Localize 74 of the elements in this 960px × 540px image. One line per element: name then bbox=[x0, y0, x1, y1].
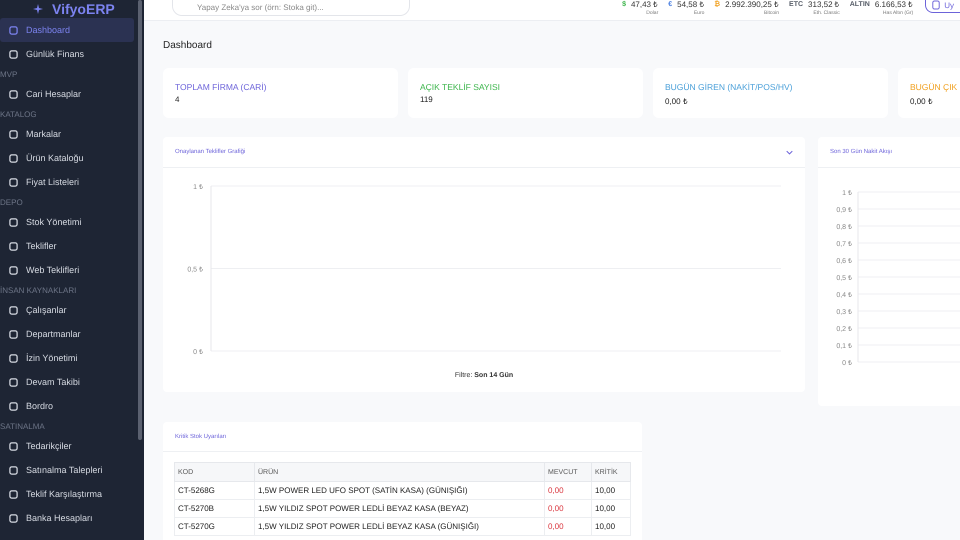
document-icon bbox=[932, 0, 940, 10]
square-icon bbox=[9, 466, 18, 474]
page-title: Dashboard bbox=[162, 39, 213, 53]
sparkle-icon bbox=[32, 3, 44, 15]
sidebar-item[interactable]: Günlük Finans bbox=[0, 42, 134, 66]
sidebar-item[interactable]: Teklifler bbox=[0, 234, 134, 258]
sidebar-item[interactable]: Banka Hesapları bbox=[0, 506, 134, 530]
scrollbar[interactable] bbox=[138, 0, 142, 440]
square-icon bbox=[9, 378, 18, 386]
table-cell: 1,5W POWER LED UFO SPOT (SATİN KASA) (GÜNIŞIĞI) bbox=[254, 482, 544, 500]
rate-value: 54,58 ₺ bbox=[677, 1, 704, 9]
section-label: İNSAN KAYNAKLARI bbox=[0, 285, 78, 297]
section-label: MVP bbox=[0, 69, 18, 81]
sidebar-item[interactable]: Departmanlar bbox=[0, 322, 134, 346]
app-logo: VifyoERP bbox=[52, 1, 115, 17]
sidebar-item[interactable]: Web Teklifleri bbox=[0, 258, 134, 282]
chevron-down-icon[interactable] bbox=[786, 150, 793, 154]
table-cell: 1,5W YILDIZ SPOT POWER LEDLİ BEYAZ KASA (GÜNIŞIĞI) bbox=[254, 518, 544, 536]
square-icon bbox=[9, 354, 18, 362]
square-icon bbox=[9, 50, 18, 58]
sidebar-item[interactable]: Çalışanlar bbox=[0, 298, 134, 322]
search-field[interactable]: Yapay Zeka'ya sor (örn: Stoka git)... bbox=[172, 0, 410, 16]
sidebar-item[interactable]: İzin Yönetimi bbox=[0, 346, 134, 370]
sidebar-item[interactable]: Fiyat Listeleri bbox=[0, 170, 134, 194]
square-icon bbox=[9, 154, 18, 162]
table-cell: CT-5270G bbox=[174, 518, 254, 536]
square-icon bbox=[9, 402, 18, 410]
table-cell: CT-5268G bbox=[174, 482, 254, 500]
rate-value: 313,52 ₺ bbox=[808, 1, 840, 9]
table-cell: 10,00 bbox=[592, 500, 630, 518]
stat-title: AÇIK TEKLİF SAYISI bbox=[420, 82, 501, 92]
square-icon bbox=[9, 26, 18, 34]
square-icon bbox=[9, 90, 18, 98]
section-label: KATALOG bbox=[0, 109, 38, 121]
sidebar-item[interactable]: Bordro bbox=[0, 394, 134, 418]
table-cell: 0,00 bbox=[544, 500, 592, 518]
rate-value: 47,43 ₺ bbox=[630, 1, 658, 9]
sidebar-item[interactable]: Tedarikçiler bbox=[0, 434, 134, 458]
stat-value: 119 bbox=[420, 95, 434, 104]
table-cell: CT-5270B bbox=[174, 500, 254, 518]
section-label: SATINALMA bbox=[0, 421, 46, 433]
square-icon bbox=[9, 306, 18, 314]
stat-title: TOPLAM FİRMA (CARİ) bbox=[175, 82, 268, 92]
stat-title: BUGÜN ÇIK bbox=[910, 82, 958, 92]
table-cell: 0,00 bbox=[544, 518, 592, 536]
sidebar-item[interactable]: Devam Takibi bbox=[0, 370, 134, 394]
sidebar-item[interactable]: Ürün Kataloğu bbox=[0, 146, 134, 170]
stat-value: 0,00 ₺ bbox=[910, 96, 934, 106]
square-icon bbox=[9, 218, 18, 226]
sidebar-item[interactable]: Cari Hesaplar bbox=[0, 82, 134, 106]
sidebar-item[interactable]: Teklif Karşılaştırma bbox=[0, 482, 134, 506]
square-icon bbox=[9, 178, 18, 186]
sidebar-item[interactable]: Dashboard bbox=[0, 18, 134, 42]
table-cell: 0,00 bbox=[544, 482, 592, 500]
square-icon bbox=[9, 130, 18, 138]
table-cell: 10,00 bbox=[592, 518, 630, 536]
square-icon bbox=[9, 242, 18, 250]
sidebar-item[interactable]: Stok Yönetimi bbox=[0, 210, 134, 234]
square-icon bbox=[9, 442, 18, 450]
square-icon bbox=[9, 266, 18, 274]
stat-value: 4 bbox=[175, 95, 180, 104]
sidebar-item[interactable]: Satınalma Talepleri bbox=[0, 458, 134, 482]
square-icon bbox=[9, 490, 18, 498]
user-button[interactable]: Uy bbox=[925, 0, 960, 13]
table-cell: 10,00 bbox=[592, 482, 630, 500]
rate-value: 2.992.390,25 ₺ bbox=[725, 1, 780, 9]
square-icon bbox=[9, 330, 18, 338]
rate-value: 6.166,53 ₺ bbox=[874, 1, 914, 9]
section-label: DEPO bbox=[0, 197, 24, 209]
square-icon bbox=[9, 514, 18, 522]
stat-value: 0,00 ₺ bbox=[665, 96, 689, 106]
table-cell: 1,5W YILDIZ SPOT POWER LEDLİ BEYAZ KASA (BEYAZ) bbox=[254, 500, 544, 518]
stat-title: BUGÜN GİREN (NAKİT/POS/HV) bbox=[665, 82, 794, 92]
sidebar-item[interactable]: Markalar bbox=[0, 122, 134, 146]
